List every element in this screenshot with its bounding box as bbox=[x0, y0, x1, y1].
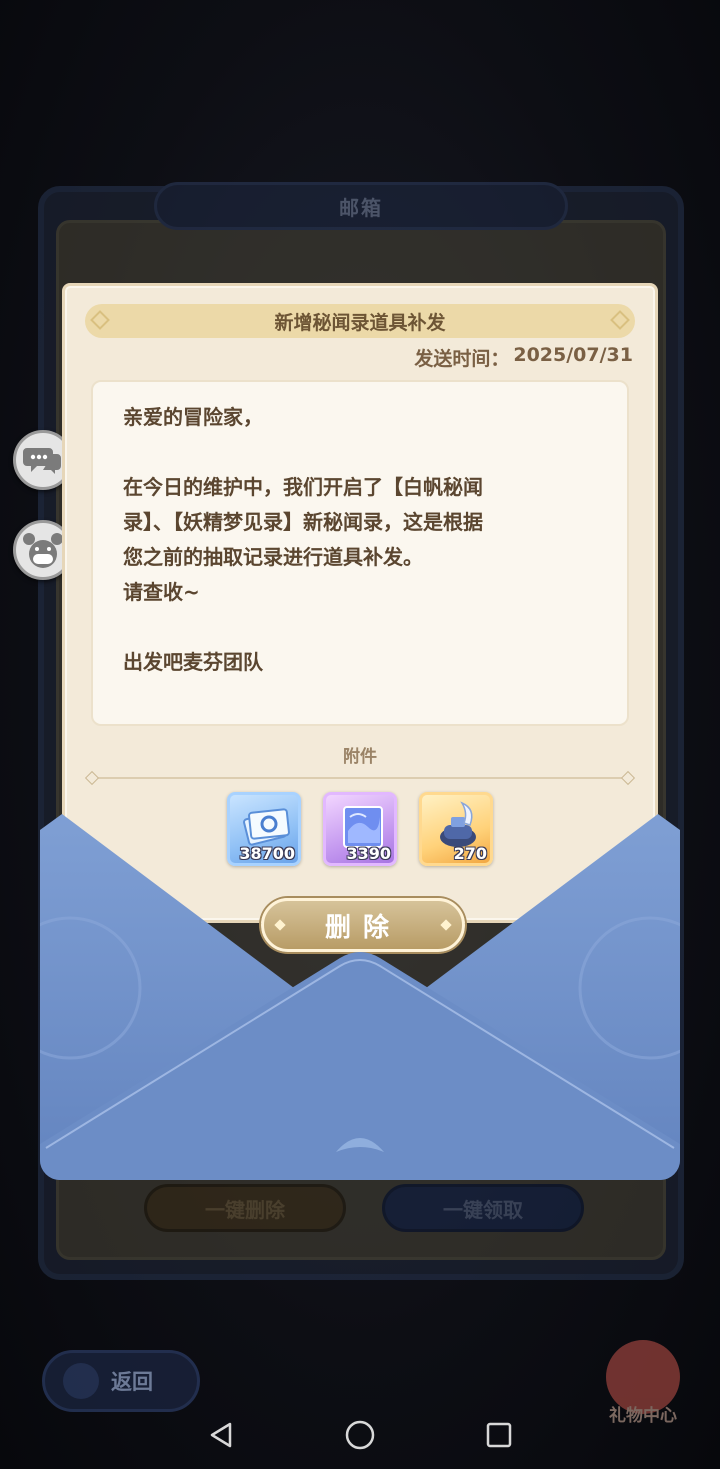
send-time-value: 2025/07/31 bbox=[513, 344, 633, 366]
delete-all-button[interactable]: 一键删除 bbox=[144, 1184, 346, 1232]
send-time-label: 发送时间： bbox=[414, 348, 510, 370]
mail-signature: 出发吧麦芬团队 bbox=[123, 650, 263, 674]
mailbox-title: 邮箱 bbox=[154, 182, 568, 230]
game-screen: 邮箱 一键删除 一键领取 新增秘闻录道具补发 发送时间： 2025/07/31 bbox=[0, 0, 720, 1469]
diamond-ornament-icon bbox=[90, 310, 110, 330]
mail-subject-band: 新增秘闻录道具补发 bbox=[85, 304, 635, 338]
mail-greeting: 亲爱的冒险家， bbox=[123, 405, 263, 429]
mail-send-time: 发送时间： 2025/07/31 bbox=[414, 344, 633, 371]
nav-home-icon[interactable] bbox=[344, 1419, 376, 1451]
attachments-divider bbox=[91, 777, 629, 779]
nav-recents-icon[interactable] bbox=[484, 1420, 514, 1450]
mail-body[interactable]: 亲爱的冒险家， 在今日的维护中，我们开启了【白帆秘闻 录】、【妖精梦见录】新秘闻… bbox=[91, 380, 629, 726]
pet-face-icon bbox=[23, 533, 63, 568]
diamond-ornament-icon bbox=[610, 310, 630, 330]
back-label: 返回 bbox=[111, 1370, 153, 1394]
mail-subject: 新增秘闻录道具补发 bbox=[274, 311, 446, 334]
chat-bubble-icon bbox=[23, 448, 61, 474]
mail-content: 在今日的维护中，我们开启了【白帆秘闻 录】、【妖精梦见录】新秘闻录，这是根据 您… bbox=[123, 475, 483, 604]
system-nav-bar bbox=[0, 1401, 720, 1469]
claim-all-button[interactable]: 一键领取 bbox=[382, 1184, 584, 1232]
nav-back-icon[interactable] bbox=[206, 1420, 236, 1450]
chevron-left-icon bbox=[63, 1363, 99, 1399]
envelope-front bbox=[40, 814, 680, 1180]
attachments-title: 附件 bbox=[343, 747, 377, 767]
